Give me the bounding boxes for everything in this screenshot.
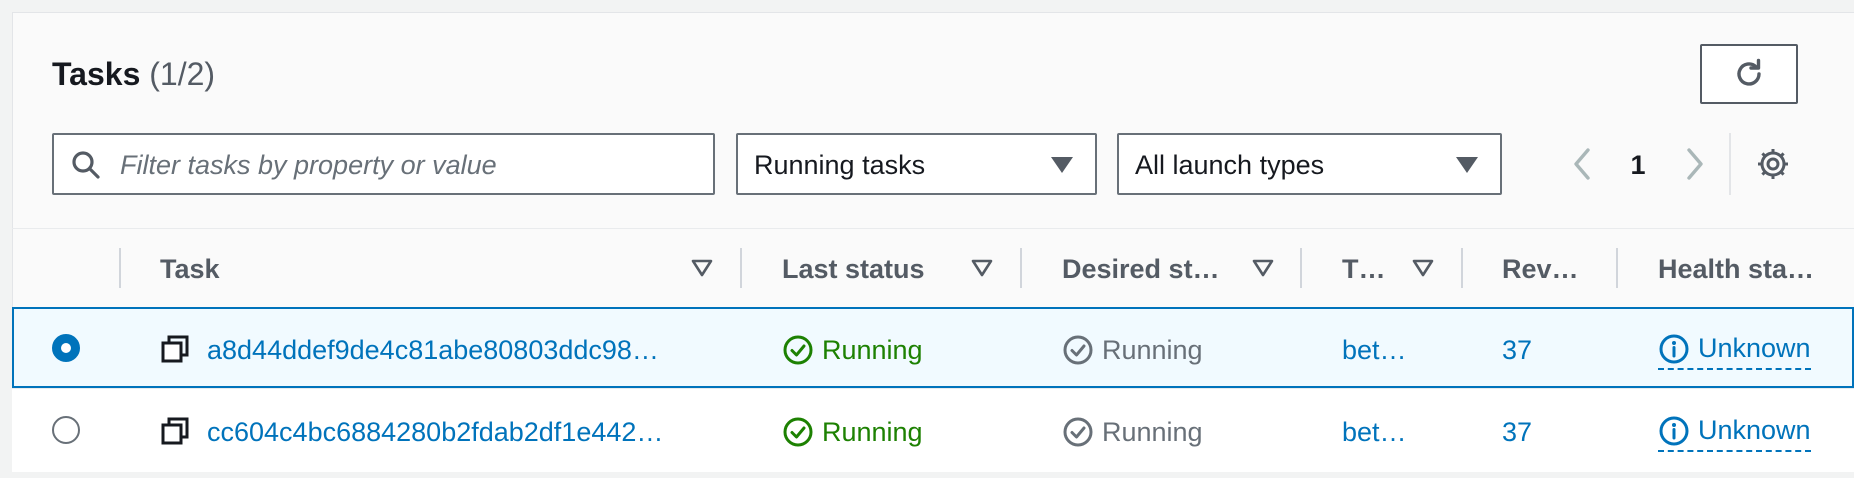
check-circle-icon	[783, 417, 813, 447]
copy-icon[interactable]	[160, 334, 190, 364]
caret-down-icon	[1456, 157, 1478, 173]
revision-link[interactable]: 37	[1502, 417, 1532, 448]
search-input[interactable]	[118, 143, 702, 187]
health-status-value[interactable]: Unknown	[1658, 333, 1811, 370]
desired-status-value: Running	[1102, 335, 1203, 365]
column-header-last-status[interactable]: Last status	[782, 254, 925, 285]
status-filter-value: Running tasks	[754, 150, 926, 180]
gear-icon[interactable]	[1755, 146, 1791, 182]
task-id-link[interactable]: a8d44ddef9de4c81abe80803ddc98…	[207, 335, 659, 366]
row-select-radio[interactable]	[52, 416, 80, 444]
last-status-value: Running	[822, 335, 923, 365]
sort-triangle-icon[interactable]	[690, 258, 714, 278]
check-circle-icon	[783, 335, 813, 365]
refresh-icon	[1737, 58, 1761, 86]
desired-status-value: Running	[1102, 417, 1203, 447]
search-field[interactable]	[52, 133, 715, 195]
sort-triangle-icon[interactable]	[970, 258, 994, 278]
chevron-left-icon[interactable]	[1570, 146, 1596, 182]
status-filter-select[interactable]: Running tasks	[736, 133, 1097, 195]
chevron-right-icon[interactable]	[1681, 146, 1707, 182]
task-id-link[interactable]: cc604c4bc6884280b2fdab2df1e442…	[207, 417, 663, 448]
refresh-button[interactable]	[1700, 44, 1798, 104]
sort-triangle-icon[interactable]	[1411, 258, 1435, 278]
last-status-value: Running	[822, 417, 923, 447]
page-number[interactable]: 1	[1626, 150, 1650, 181]
pager-divider	[1729, 133, 1731, 195]
launch-type-value: All launch types	[1135, 150, 1325, 180]
caret-down-icon	[1051, 157, 1073, 173]
column-header-revision[interactable]: Rev…	[1502, 254, 1579, 285]
column-divider	[1020, 248, 1022, 288]
column-header-desired-status[interactable]: Desired st…	[1062, 254, 1220, 285]
column-header-health-status[interactable]: Health sta…	[1658, 254, 1814, 285]
search-icon	[72, 151, 100, 179]
table-divider	[12, 228, 1854, 229]
check-circle-outline-icon	[1063, 335, 1093, 365]
health-status-value[interactable]: Unknown	[1658, 415, 1811, 452]
launch-type-select[interactable]: All launch types	[1117, 133, 1502, 195]
copy-icon[interactable]	[160, 416, 190, 446]
column-header-task[interactable]: Task	[160, 254, 220, 285]
check-circle-outline-icon	[1063, 417, 1093, 447]
column-divider	[119, 248, 121, 288]
page-title: Tasks (1/2)	[52, 56, 215, 93]
column-divider	[1616, 248, 1618, 288]
revision-link[interactable]: 37	[1502, 335, 1532, 366]
task-definition-link[interactable]: bet…	[1342, 417, 1407, 448]
selection-count: (1/2)	[149, 56, 216, 92]
task-definition-link[interactable]: bet…	[1342, 335, 1407, 366]
row-select-radio[interactable]	[52, 334, 80, 362]
column-header-task-definition[interactable]: T…	[1342, 254, 1386, 285]
title-text: Tasks	[52, 56, 141, 92]
column-divider	[740, 248, 742, 288]
column-divider	[1300, 248, 1302, 288]
column-divider	[1461, 248, 1463, 288]
sort-triangle-icon[interactable]	[1251, 258, 1275, 278]
